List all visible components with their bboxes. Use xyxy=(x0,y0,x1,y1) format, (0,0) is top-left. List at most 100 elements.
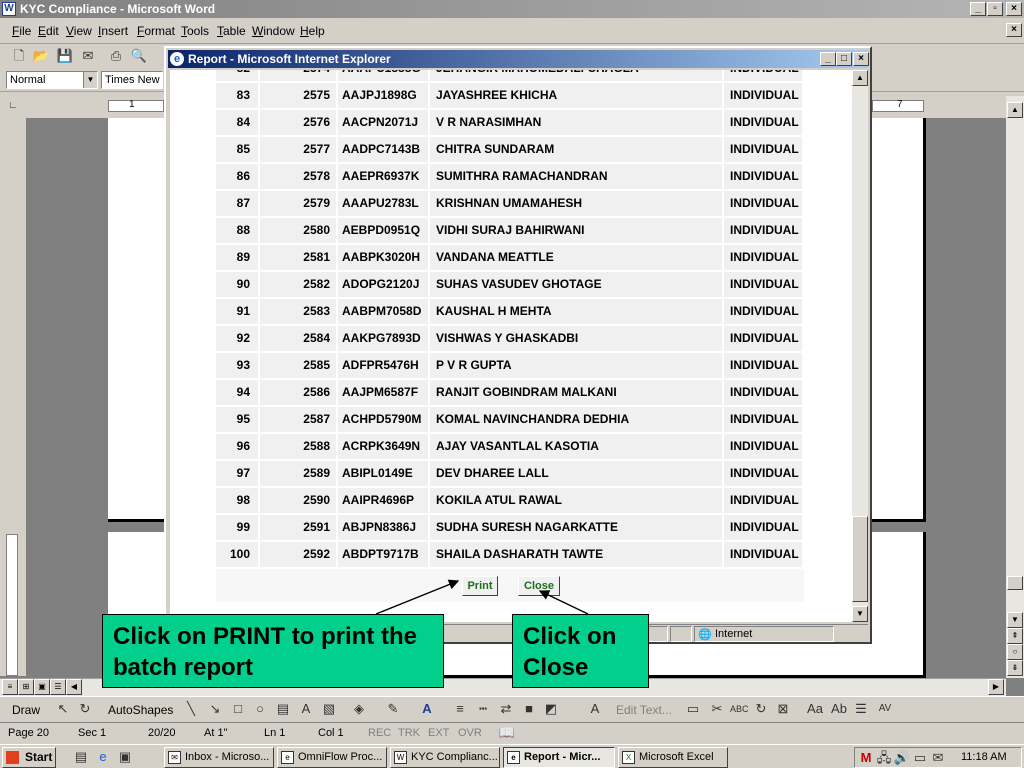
selection-icon[interactable]: ⊠ xyxy=(774,700,792,718)
3d-icon[interactable]: ◩ xyxy=(542,700,560,718)
alignment-icon[interactable]: ☰ xyxy=(852,700,870,718)
status-ext[interactable]: EXT xyxy=(428,727,449,739)
outline-view-icon[interactable]: ☰ xyxy=(50,679,66,695)
task-kyc-word[interactable]: W KYC Complianc... xyxy=(390,747,500,768)
rectangle-icon[interactable]: □ xyxy=(229,700,247,718)
maximize-button[interactable]: □ xyxy=(836,52,852,66)
start-button[interactable]: Start xyxy=(2,747,56,768)
task-omniflow[interactable]: e OmniFlow Proc... xyxy=(277,747,387,768)
scroll-down-icon[interactable]: ▼ xyxy=(852,606,868,622)
wordart-icon[interactable]: A xyxy=(297,700,315,718)
edit-text-button[interactable]: Edit Text... xyxy=(616,703,672,717)
scroll-left-icon[interactable]: ◀ xyxy=(66,679,82,695)
font-color-icon[interactable]: A xyxy=(418,700,436,718)
draw-menu[interactable]: Draw xyxy=(12,703,40,717)
tab-selector-icon[interactable]: ∟ xyxy=(4,97,22,115)
menu-view[interactable]: View xyxy=(66,24,92,38)
email-icon[interactable]: ✉ xyxy=(79,47,97,65)
menu-help[interactable]: Help xyxy=(300,24,325,38)
task-inbox[interactable]: ✉ Inbox - Microso... xyxy=(164,747,274,768)
row-pan: AAEPR6937K xyxy=(338,164,430,189)
new-document-icon[interactable]: 🗋 xyxy=(10,47,28,65)
close-button[interactable]: Close xyxy=(518,576,560,596)
scroll-thumb[interactable] xyxy=(852,516,868,602)
report-title-bar[interactable]: e Report - Microsoft Internet Explorer _… xyxy=(168,50,869,68)
show-desktop-icon[interactable]: ▤ xyxy=(72,748,90,766)
select-browse-object-icon[interactable]: ○ xyxy=(1007,644,1023,660)
menu-insert[interactable]: Insert xyxy=(98,24,128,38)
menu-window[interactable]: Window xyxy=(252,24,295,38)
dash-style-icon[interactable]: ┅ xyxy=(474,700,492,718)
restore-button[interactable]: ▫ xyxy=(987,2,1003,16)
task-excel[interactable]: X Microsoft Excel xyxy=(618,747,728,768)
oval-icon[interactable]: ○ xyxy=(251,700,269,718)
scroll-right-icon[interactable]: ▶ xyxy=(988,679,1004,695)
arrow-icon[interactable]: ↘ xyxy=(206,700,224,718)
close-window-button[interactable]: × xyxy=(853,52,869,66)
network-icon[interactable]: 🖧 xyxy=(875,749,893,767)
font-dropdown[interactable]: Times New R xyxy=(101,71,163,89)
style-dropdown[interactable]: Normal ▼ xyxy=(6,71,98,89)
spelling-status-icon[interactable]: 📖 xyxy=(498,724,516,742)
report-content[interactable]: 822574AAAPC1888GJEHANGIR MAHOMEDALI CHAG… xyxy=(170,70,852,622)
menu-file[interactable]: File xyxy=(12,24,31,38)
menu-format[interactable]: Format xyxy=(137,24,175,38)
clock[interactable]: 11:18 AM xyxy=(961,751,1007,763)
menu-edit[interactable]: Edit xyxy=(38,24,59,38)
format-icon[interactable]: ✂ xyxy=(708,700,726,718)
scroll-up-icon[interactable]: ▲ xyxy=(852,70,868,86)
word-vertical-scrollbar[interactable]: ▲ ▼ ⇞ ○ ⇟ xyxy=(1006,96,1024,678)
line-color-icon[interactable]: ✎ xyxy=(384,700,402,718)
autoshapes-menu[interactable]: AutoShapes xyxy=(108,703,173,717)
shadow-icon[interactable]: ■ xyxy=(520,700,538,718)
print-icon[interactable]: ⎙ xyxy=(107,47,125,65)
save-icon[interactable]: 💾 xyxy=(56,47,74,65)
row-type: INDIVIDUAL xyxy=(724,110,804,135)
internet-explorer-icon[interactable]: e xyxy=(94,748,112,766)
text-direction-icon[interactable]: A xyxy=(586,700,604,718)
refresh-icon[interactable]: ↻ xyxy=(752,700,770,718)
callout-icon[interactable]: ▭ xyxy=(684,700,702,718)
web-view-icon[interactable]: ⊞ xyxy=(18,679,34,695)
vertical-text-icon[interactable]: Ab xyxy=(830,700,848,718)
scroll-up-icon[interactable]: ▲ xyxy=(1007,102,1023,118)
next-page-icon[interactable]: ⇟ xyxy=(1007,660,1023,676)
menu-tools[interactable]: Tools xyxy=(181,24,209,38)
quick-launch-icon[interactable]: ▣ xyxy=(116,748,134,766)
fill-color-icon[interactable]: ◈ xyxy=(350,700,368,718)
close-window-button[interactable]: × xyxy=(1006,2,1022,16)
volume-icon[interactable]: 🔊 xyxy=(893,749,911,767)
menu-table[interactable]: Table xyxy=(217,24,246,38)
print-layout-icon[interactable]: ▣ xyxy=(34,679,50,695)
text-box-icon[interactable]: ▤ xyxy=(274,700,292,718)
minimize-button[interactable]: _ xyxy=(970,2,986,16)
previous-page-icon[interactable]: ⇞ xyxy=(1007,628,1023,644)
normal-view-icon[interactable]: ≡ xyxy=(2,679,18,695)
arrow-style-icon[interactable]: ⇄ xyxy=(497,700,515,718)
free-rotate-icon[interactable]: ↻ xyxy=(76,700,94,718)
display-icon[interactable]: ▭ xyxy=(911,749,929,767)
kerning-icon[interactable]: AV xyxy=(876,700,894,718)
chevron-down-icon[interactable]: ▼ xyxy=(83,72,97,88)
clip-art-icon[interactable]: ▧ xyxy=(320,700,338,718)
status-ovr[interactable]: OVR xyxy=(458,727,482,739)
line-style-icon[interactable]: ≡ xyxy=(451,700,469,718)
task-report[interactable]: e Report - Micr... xyxy=(503,747,615,768)
status-trk[interactable]: TRK xyxy=(398,727,420,739)
select-objects-icon[interactable]: ↖ xyxy=(54,700,72,718)
open-folder-icon[interactable]: 📂 xyxy=(32,47,50,65)
close-document-button[interactable]: × xyxy=(1006,23,1022,37)
mcafee-icon[interactable]: M xyxy=(857,749,875,767)
print-preview-icon[interactable]: 🔍 xyxy=(130,47,148,65)
status-rec[interactable]: REC xyxy=(368,727,391,739)
report-vertical-scrollbar[interactable]: ▲ ▼ xyxy=(852,70,868,622)
character-spacing-icon[interactable]: Aa xyxy=(806,700,824,718)
mail-icon[interactable]: ✉ xyxy=(929,749,947,767)
minimize-button[interactable]: _ xyxy=(820,52,836,66)
line-icon[interactable]: ╲ xyxy=(182,700,200,718)
scroll-down-icon[interactable]: ▼ xyxy=(1007,612,1023,628)
scroll-thumb[interactable] xyxy=(1007,576,1023,590)
word-title-bar[interactable]: W KYC Compliance - Microsoft Word _ ▫ × xyxy=(0,0,1024,18)
spelling-icon[interactable]: ABC xyxy=(730,700,749,718)
print-button[interactable]: Print xyxy=(462,576,498,596)
